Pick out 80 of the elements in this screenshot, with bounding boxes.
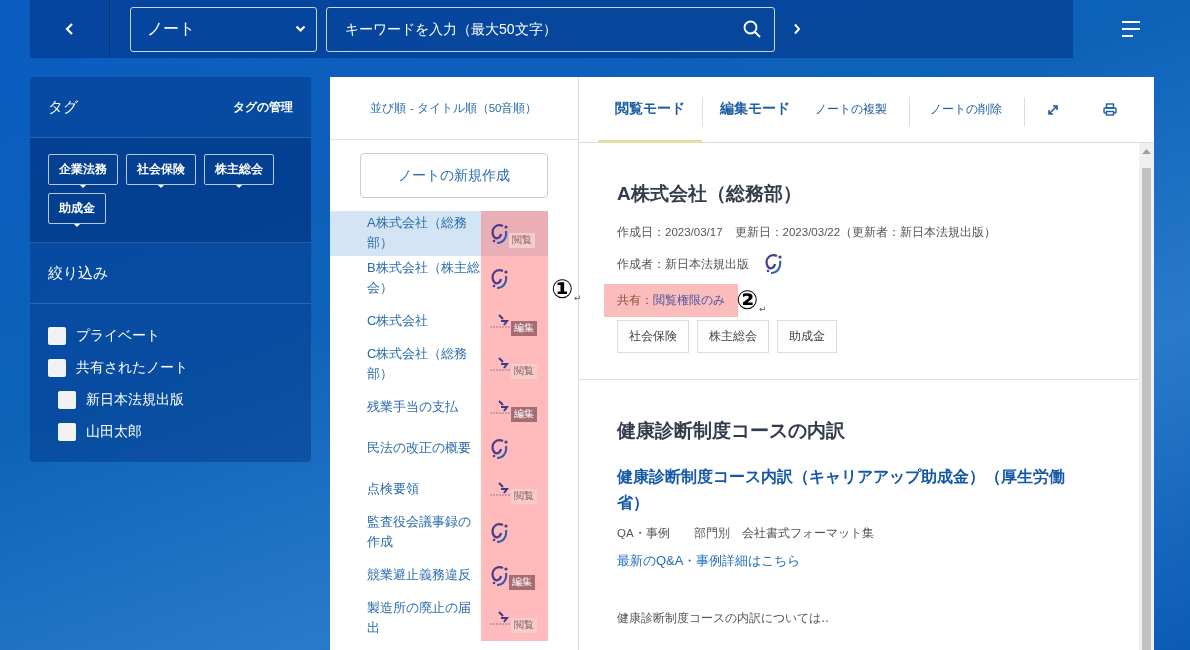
arrow-stamp-icon bbox=[489, 610, 513, 627]
note-list-item[interactable]: 製造所の廃止の届出 閲覧 bbox=[330, 596, 548, 641]
arrow-stamp-icon bbox=[489, 399, 513, 416]
arrow-stamp-icon bbox=[489, 356, 513, 373]
checkbox-label[interactable]: 新日本法規出版 bbox=[86, 391, 184, 409]
tag-chip[interactable]: 株主総会 bbox=[204, 154, 274, 185]
permission-badge: 編集 bbox=[511, 321, 537, 336]
related-title-link[interactable]: 健康診断制度コース内訳（キャリアアップ助成金）（厚生労働省） bbox=[617, 464, 1077, 516]
chevron-left-icon bbox=[64, 22, 75, 36]
excerpt-text: 健康診断制度コースの内訳については‥ bbox=[617, 610, 830, 627]
scrollbar[interactable] bbox=[1139, 143, 1154, 650]
caret-icon bbox=[295, 25, 306, 33]
note-title[interactable]: 監査役会議事録の作成 bbox=[330, 510, 481, 555]
annotation-number: ① bbox=[551, 275, 573, 303]
share-permission-link[interactable]: 閲覧権限のみ bbox=[653, 293, 725, 308]
mode-tab[interactable]: 閲覧モード bbox=[598, 77, 702, 143]
dropdown-value: ノート bbox=[147, 18, 195, 39]
note-title: A株式会社（総務部） bbox=[617, 182, 803, 206]
note-title[interactable]: 点検要領 bbox=[330, 469, 481, 510]
mode-tab[interactable]: 編集モード bbox=[703, 77, 807, 143]
checkbox[interactable] bbox=[48, 327, 66, 345]
note-list-item[interactable]: 残業手当の支払 編集 bbox=[330, 387, 548, 428]
note-author: 作成者：新日本法規出版 bbox=[617, 256, 749, 272]
return-mark: ↵ bbox=[759, 304, 767, 314]
return-mark: ↵ bbox=[574, 293, 582, 303]
search-icon[interactable] bbox=[743, 19, 761, 38]
permission-badge: 閲覧 bbox=[511, 489, 537, 504]
annotation-number: ② bbox=[736, 286, 758, 314]
tag-chip[interactable]: 企業法務 bbox=[48, 154, 118, 185]
share-label: 共有： bbox=[617, 293, 653, 308]
note-title[interactable]: C株式会社（総務部） bbox=[330, 342, 481, 387]
note-title[interactable]: C株式会社 bbox=[330, 301, 481, 342]
menu-icon[interactable] bbox=[1121, 20, 1141, 38]
permission-badge: 閲覧 bbox=[511, 618, 537, 633]
note-list-item[interactable]: B株式会社（株主総会） bbox=[330, 256, 548, 301]
note-title[interactable]: A株式会社（総務部） bbox=[330, 211, 481, 256]
sort-link[interactable]: 並び順 - タイトル順（50音順） bbox=[330, 77, 578, 140]
checkbox-label[interactable]: 共有されたノート bbox=[76, 359, 188, 377]
note-list-item[interactable]: 点検要領 閲覧 bbox=[330, 469, 548, 510]
category-dropdown[interactable]: ノート bbox=[130, 6, 317, 52]
note-action-button[interactable]: ノートの複製 bbox=[807, 77, 909, 142]
note-list-item[interactable]: 民法の改正の概要 bbox=[330, 428, 548, 469]
sidebar-heading: 絞り込み bbox=[30, 243, 311, 304]
permission-badge: 閲覧 bbox=[511, 364, 537, 379]
related-meta: QA・事例 部門別 会社書式フォーマット集 bbox=[617, 526, 875, 541]
scroll-up-arrow-icon[interactable] bbox=[1142, 148, 1151, 154]
note-dates: 作成日：2023/03/17 更新日：2023/03/22（更新者：新日本法規出版） bbox=[617, 225, 998, 240]
tag-chip[interactable]: 社会保険 bbox=[617, 320, 689, 353]
arrow-stamp-icon bbox=[489, 481, 513, 498]
tag-chip[interactable]: 助成金 bbox=[777, 320, 837, 353]
note-action-button[interactable]: ノートの削除 bbox=[910, 77, 1024, 142]
checkbox[interactable] bbox=[58, 391, 76, 409]
note-title[interactable]: 製造所の廃止の届出 bbox=[330, 596, 481, 641]
note-title[interactable]: 民法の改正の概要 bbox=[330, 428, 481, 469]
note-list-item[interactable]: C株式会社 編集 bbox=[330, 301, 548, 342]
new-note-button[interactable]: ノートの新規作成 bbox=[360, 153, 548, 198]
manage-tags-link[interactable]: タグの管理 bbox=[233, 98, 293, 116]
checkbox-label[interactable]: 山田太郎 bbox=[86, 423, 142, 441]
note-list-item[interactable]: 競業避止義務違反 編集 bbox=[330, 555, 548, 596]
checkbox[interactable] bbox=[58, 423, 76, 441]
note-title[interactable]: B株式会社（株主総会） bbox=[330, 256, 481, 301]
note-list-item[interactable]: 監査役会議事録の作成 bbox=[330, 510, 548, 555]
details-link[interactable]: 最新のQ&A・事例詳細はこちら bbox=[617, 553, 801, 568]
permission-badge: 編集 bbox=[509, 575, 535, 590]
sidebar-heading: タグ bbox=[48, 97, 78, 117]
permission-badge: 編集 bbox=[511, 407, 537, 422]
note-title[interactable]: 競業避止義務違反 bbox=[330, 555, 481, 596]
section-heading: 健康診断制度コースの内訳 bbox=[617, 419, 846, 443]
note-list-item[interactable]: C株式会社（総務部） 閲覧 bbox=[330, 342, 548, 387]
tag-chip[interactable]: 株主総会 bbox=[697, 320, 769, 353]
note-list-item[interactable]: A株式会社（総務部） 閲覧 bbox=[330, 211, 548, 256]
chevron-right-icon bbox=[793, 23, 801, 35]
tag-chip[interactable]: 助成金 bbox=[48, 193, 106, 224]
permission-badge: 閲覧 bbox=[509, 233, 535, 248]
search-field[interactable]: キーワードを入力（最大50文字） bbox=[326, 6, 775, 52]
checkbox[interactable] bbox=[48, 359, 66, 377]
note-title[interactable]: 残業手当の支払 bbox=[330, 387, 481, 428]
checkbox-label[interactable]: プライベート bbox=[76, 327, 160, 345]
arrow-stamp-icon bbox=[489, 313, 513, 330]
tag-chip[interactable]: 社会保険 bbox=[126, 154, 196, 185]
